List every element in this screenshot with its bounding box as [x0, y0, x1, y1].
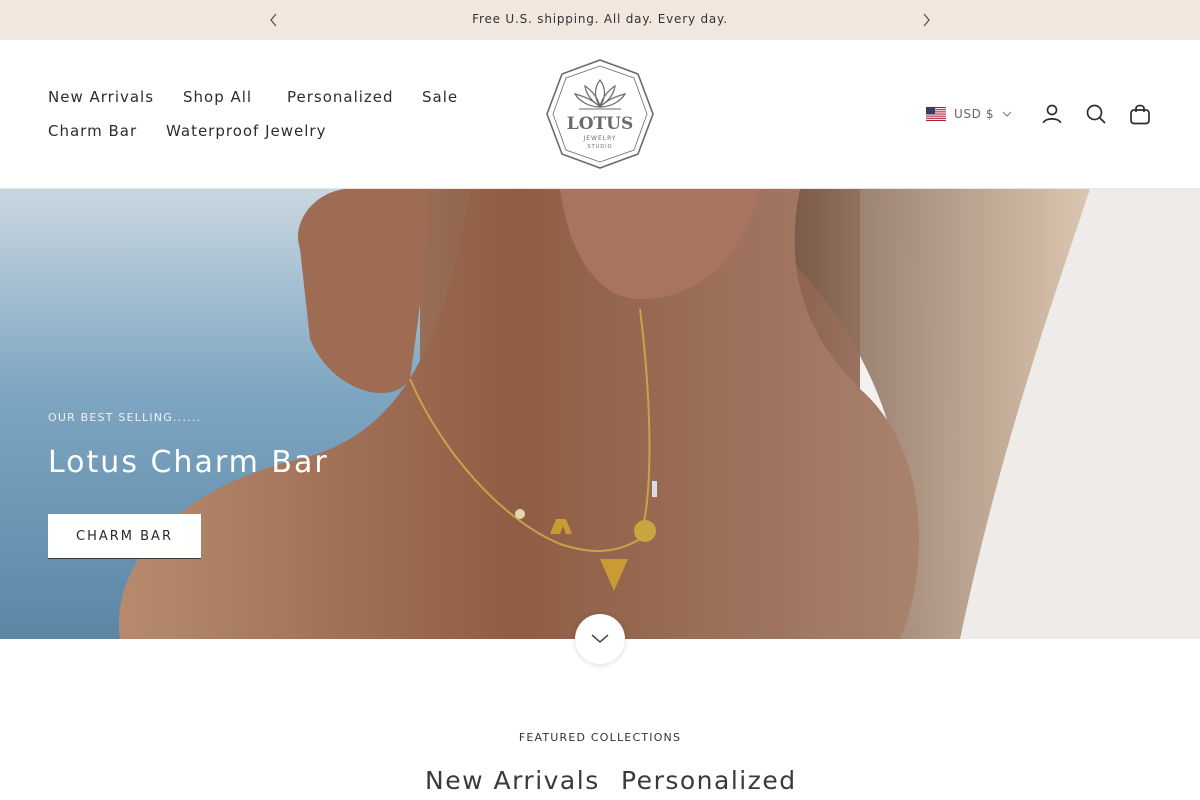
announcement-bar: Free U.S. shipping. All day. Every day. [0, 0, 1200, 40]
chevron-down-icon [1002, 111, 1012, 117]
currency-selector[interactable]: USD $ [926, 104, 1012, 124]
logo-wordmark: LOTUS [567, 114, 634, 134]
nav-waterproof-jewelry[interactable]: Waterproof Jewelry [166, 122, 326, 140]
lotus-logo[interactable]: LOTUS JEWELRY STUDIO [545, 58, 655, 170]
chevron-down-icon [591, 634, 609, 643]
logo-line-1: JEWELRY [582, 135, 616, 142]
next-announcement-button[interactable] [916, 10, 936, 30]
featured-collections-kicker: FEATURED COLLECTIONS [518, 731, 682, 744]
site-header: New Arrivals Shop All Personalized Sale … [0, 40, 1200, 189]
search-icon[interactable] [1084, 102, 1108, 126]
chevron-right-icon [923, 13, 930, 27]
hero-banner: OUR BEST SELLING...... Lotus Charm Bar C… [0, 189, 1200, 639]
nav-sale[interactable]: Sale [422, 88, 458, 106]
nav-shop-all[interactable]: Shop All [183, 88, 252, 106]
nav-charm-bar[interactable]: Charm Bar [48, 122, 137, 140]
hero-kicker: OUR BEST SELLING...... [48, 411, 202, 424]
scroll-down-button[interactable] [575, 614, 625, 664]
announcement-text: Free U.S. shipping. All day. Every day. [472, 12, 728, 26]
nav-new-arrivals[interactable]: New Arrivals [48, 88, 154, 106]
cart-icon[interactable] [1128, 102, 1152, 126]
hero-title: Lotus Charm Bar [48, 445, 329, 480]
us-flag-icon [926, 107, 946, 121]
logo-line-2: STUDIO [587, 144, 612, 150]
tab-personalized[interactable]: Personalized [621, 766, 797, 795]
nav-personalized[interactable]: Personalized [287, 88, 394, 106]
currency-label: USD $ [954, 107, 995, 121]
tab-new-arrivals[interactable]: New Arrivals [425, 766, 600, 795]
charm-bar-button[interactable]: CHARM BAR [48, 514, 201, 559]
account-icon[interactable] [1040, 102, 1064, 126]
